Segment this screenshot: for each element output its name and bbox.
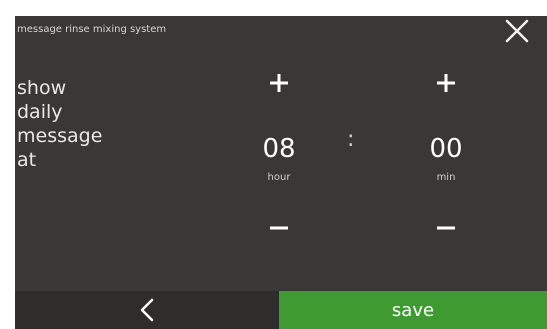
plus-icon [437, 74, 455, 92]
minus-icon [437, 226, 455, 230]
prompt-line: show [17, 77, 67, 99]
time-separator: : [347, 127, 355, 152]
minute-increment-button[interactable] [426, 68, 466, 98]
hour-value: 08 [262, 134, 296, 164]
save-button[interactable]: save [279, 291, 547, 329]
hour-increment-button[interactable] [259, 68, 299, 98]
prompt-line: at [17, 149, 37, 171]
prompt-line: daily [17, 101, 63, 123]
close-icon [505, 19, 529, 43]
prompt-line: message [17, 125, 103, 147]
hour-decrement-button[interactable] [259, 213, 299, 243]
close-button[interactable] [503, 17, 531, 45]
chevron-left-icon [140, 298, 154, 322]
minus-icon [270, 226, 288, 230]
plus-icon [270, 74, 288, 92]
hour-unit-label: hour [267, 172, 291, 183]
back-button[interactable] [15, 291, 279, 329]
dialog-title: message rinse mixing system [17, 24, 167, 35]
prompt-text: show daily message at [17, 76, 102, 172]
minute-decrement-button[interactable] [426, 213, 466, 243]
minute-unit-label: min [436, 172, 456, 183]
minute-value: 00 [429, 134, 463, 164]
save-button-label: save [391, 299, 435, 321]
